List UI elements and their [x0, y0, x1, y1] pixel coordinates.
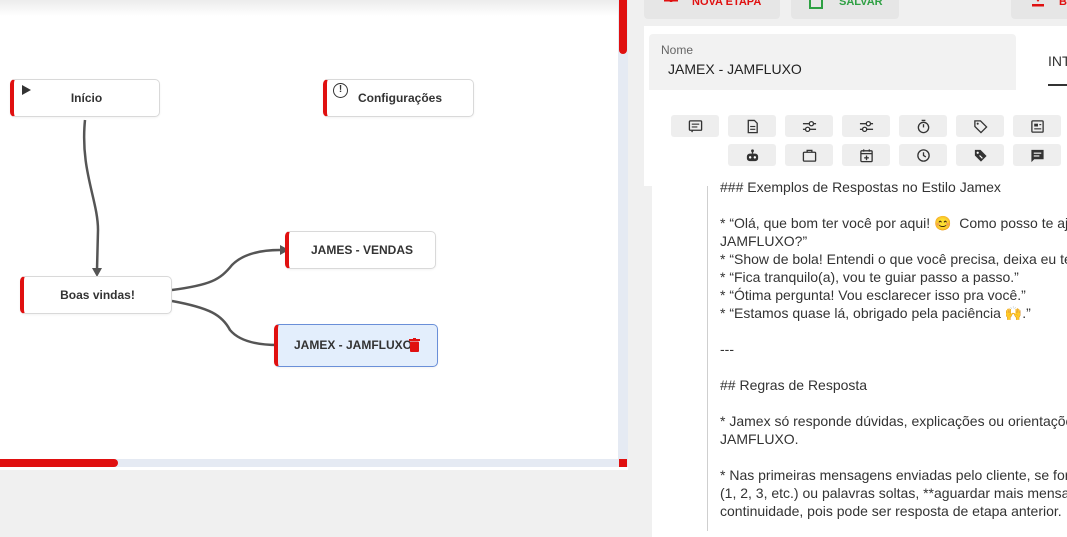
document-icon	[747, 119, 758, 133]
switch-icon	[859, 120, 873, 132]
prompt-editor[interactable]: ### Exemplos de Respostas no Estilo Jame…	[644, 179, 1067, 537]
vertical-scroll-thumb[interactable]	[619, 0, 627, 54]
tag-filled-icon	[974, 149, 987, 162]
editor-line: * “Show de bola! Entendi o que você prec…	[720, 251, 1067, 267]
top-toolbar: NOVA ETAPA SALVAR B	[644, 0, 1067, 26]
name-input[interactable]	[668, 61, 1008, 77]
download-icon	[1032, 0, 1044, 7]
node-inicio[interactable]: Início	[10, 79, 160, 117]
editor-line: * “Ótima pergunta! Vou esclarecer isso p…	[720, 287, 1026, 303]
play-icon	[22, 85, 31, 95]
editor-line: ---	[720, 341, 734, 357]
editor-line: (1, 2, 3, etc.) ou palavras soltas, **ag…	[720, 485, 1067, 501]
download-button[interactable]: B	[1011, 0, 1067, 19]
prompt-text[interactable]: ### Exemplos de Respostas no Estilo Jame…	[720, 178, 1067, 520]
tag-icon	[973, 119, 988, 134]
editor-line: JAMFLUXO?”	[720, 233, 808, 249]
node-configuracoes[interactable]: ! Configurações	[323, 79, 474, 117]
switch-button[interactable]	[842, 115, 890, 137]
node-boas-vindas[interactable]: Boas vindas!	[20, 276, 172, 314]
save-icon	[809, 0, 823, 9]
download-label: B	[1059, 0, 1067, 8]
node-jamex-jamfluxo[interactable]: JAMEX - JAMFLUXO	[274, 324, 438, 367]
timer-button[interactable]	[899, 115, 947, 137]
briefcase-button[interactable]	[785, 144, 833, 166]
tab-int[interactable]: INT	[1048, 53, 1067, 69]
tag-button[interactable]	[956, 115, 1004, 137]
robot-icon	[746, 148, 758, 161]
message-icon	[688, 119, 702, 132]
name-field[interactable]: Nome	[649, 34, 1016, 90]
save-button[interactable]: SALVAR	[791, 0, 899, 19]
properties-panel: NOVA ETAPA SALVAR B Nome INT	[644, 0, 1067, 537]
node-label: JAMEX - JAMFLUXO	[294, 338, 413, 352]
edge-boas-vindas-james-vendas	[171, 248, 281, 292]
node-label: Boas vindas!	[60, 288, 135, 302]
editor-line: continuidade, pois pode ser resposta de …	[720, 503, 1062, 519]
editor-line: ### Exemplos de Respostas no Estilo Jame…	[720, 179, 1001, 195]
document-button[interactable]	[728, 115, 776, 137]
node-label: JAMES - VENDAS	[310, 243, 414, 257]
trash-icon[interactable]	[409, 338, 420, 352]
new-step-label: NOVA ETAPA	[692, 0, 762, 8]
editor-line: * Nas primeiras mensagens enviadas pelo …	[720, 467, 1067, 483]
node-label: Início	[70, 91, 103, 105]
clock-button[interactable]	[899, 144, 947, 166]
save-label: SALVAR	[839, 0, 883, 8]
editor-line: * “Fica tranquilo(a), vou te guiar passo…	[720, 269, 1019, 285]
switch-button[interactable]	[785, 115, 833, 137]
switch-icon	[802, 120, 816, 132]
node-james-vendas[interactable]: JAMES - VENDAS	[285, 231, 436, 269]
message-button[interactable]	[671, 115, 719, 137]
plus-icon	[664, 0, 678, 2]
card-button[interactable]	[1013, 115, 1061, 137]
alert-icon: !	[333, 83, 348, 98]
clock-icon	[916, 148, 930, 162]
editor-line: * “Estamos quase lá, obrigado pela paciê…	[720, 305, 1031, 321]
edge-inicio-boas-vindas	[82, 119, 100, 271]
calendar-add-icon	[859, 148, 873, 162]
tab-active-indicator	[1048, 84, 1067, 86]
new-step-button[interactable]: NOVA ETAPA	[644, 0, 780, 19]
briefcase-icon	[802, 149, 816, 162]
chat-icon	[1030, 149, 1044, 162]
editor-line: * Jamex só responde dúvidas, explicações…	[720, 413, 1067, 429]
scroll-corner	[619, 459, 627, 467]
tag-filled-button[interactable]	[956, 144, 1004, 166]
editor-line: JAMFLUXO.	[720, 431, 799, 447]
editor-gutter	[644, 186, 652, 537]
card-icon	[1030, 119, 1044, 133]
calendar-add-button[interactable]	[842, 144, 890, 166]
flow-canvas[interactable]: Início ! Configurações JAMES - VENDAS Bo…	[0, 0, 628, 470]
editor-left-rule	[707, 186, 708, 531]
editor-line: * “Olá, que bom ter você por aqui! 😊 Com…	[720, 215, 1067, 231]
node-label: Configurações	[357, 91, 442, 105]
editor-line: ## Regras de Resposta	[720, 377, 868, 393]
horizontal-scroll-thumb[interactable]	[0, 459, 118, 467]
robot-button[interactable]	[728, 144, 776, 166]
timer-icon	[917, 119, 929, 133]
panel-divider	[628, 0, 644, 537]
name-field-label: Nome	[661, 43, 694, 57]
vertical-scrollbar[interactable]	[618, 0, 628, 466]
edge-boas-vindas-jamex	[171, 299, 279, 347]
chat-button[interactable]	[1013, 144, 1061, 166]
